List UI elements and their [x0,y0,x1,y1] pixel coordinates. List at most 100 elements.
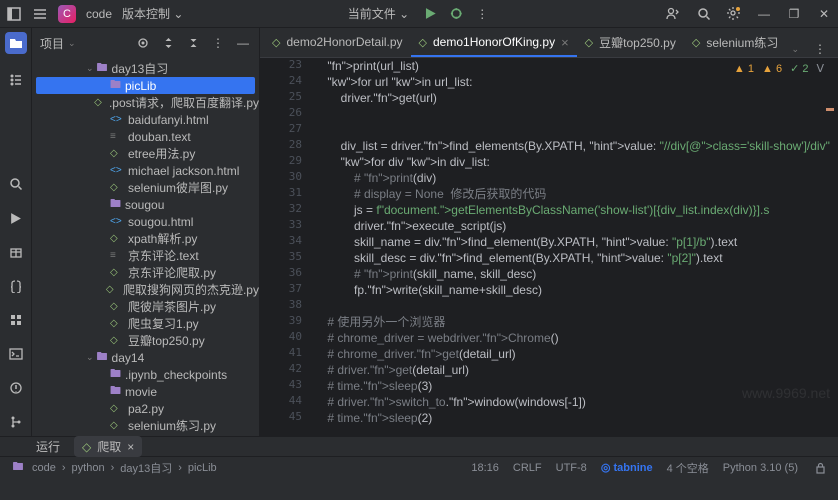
more-actions-icon[interactable]: ⋮ [474,6,490,22]
inspection-widget[interactable]: ▲ 1 ▲ 6 ✓ 2 ᐯ [734,62,824,75]
python-interpreter[interactable]: Python 3.10 (5) [723,462,798,474]
inspection-chevron-icon[interactable]: ᐯ [816,62,824,75]
tree-file[interactable]: ◇etree用法.py [32,145,259,162]
tree-file[interactable]: ◇pa2.py [32,400,259,417]
current-file-dropdown[interactable]: 当前文件 ⌄ [348,5,412,22]
text-file-icon: ≡ [110,250,124,261]
panel-options-icon[interactable]: ⋮ [210,35,226,51]
html-file-icon: <> [110,216,124,227]
editor-tab[interactable]: ◇ demo2HonorDetail.py [264,29,411,57]
tree-folder[interactable]: ⌄🖿day14 [32,349,259,366]
tree-file[interactable]: ◇xpath解析.py [32,230,259,247]
warning-badge[interactable]: ▲ 1 [734,63,754,75]
code-with-me-icon[interactable] [666,6,682,22]
tabnine-widget[interactable]: ◎ tabnine [601,461,653,474]
run-config-tab[interactable]: ◇ 爬取 × [74,436,142,457]
restore-icon[interactable]: ❐ [786,6,802,22]
tab-list-dropdown-icon[interactable]: ⌄ [791,44,799,55]
tree-file[interactable]: ≡京东评论.text [32,247,259,264]
editor-tab[interactable]: ◇demo1HonorOfKing.py× [411,29,577,57]
terminal-tool-icon[interactable] [8,346,24,362]
tabs-more-icon[interactable]: ⋮ [812,41,828,57]
tree-file[interactable]: ◇京东评论爬取.py [32,264,259,281]
tree-file[interactable]: ≡douban.text [32,128,259,145]
python-file-icon: ◇ [272,36,280,49]
main-menu-icon[interactable] [32,6,48,22]
crumb-segment[interactable]: python [72,462,105,474]
tree-file[interactable]: ◇selenium彼岸图.py [32,179,259,196]
vcs-tool-icon[interactable] [8,414,24,430]
tree-folder[interactable]: 🖿 picLib [36,77,255,94]
expand-chevron-icon[interactable]: ⌄ [86,63,94,74]
crumb-segment[interactable]: code [32,462,56,474]
crumb-segment[interactable]: day13自习 [120,460,172,476]
tree-file[interactable]: <>sougou.html [32,213,259,230]
cursor-position[interactable]: 18:16 [471,462,499,474]
project-tree[interactable]: ⌄🖿day13自习🖿 picLib◇.post请求，爬取百度翻译.py<>baid… [32,58,259,436]
run-tool-window-header: 运行 ◇ 爬取 × [0,436,838,456]
run-icon[interactable] [422,6,438,22]
services-tool-icon[interactable] [8,312,24,328]
debug-icon[interactable] [448,6,464,22]
select-opened-icon[interactable] [135,35,151,51]
editor-body[interactable]: 2324252627282930313233343536373839404142… [260,58,838,436]
expand-all-icon[interactable] [160,35,176,51]
tree-folder[interactable]: 🖿movie [32,383,259,400]
folder-icon: 🖿 [110,76,121,95]
find-tool-icon[interactable] [8,176,24,192]
editor-tab[interactable]: ◇豆瓣top250.py [577,29,684,57]
python-file-icon: ◇ [110,182,124,193]
settings-badge-icon[interactable] [726,6,742,22]
close-tab-icon[interactable]: × [561,35,569,50]
tree-folder[interactable]: 🖿.ipynb_checkpoints [32,366,259,383]
project-panel-title: 项目 [40,35,64,52]
tree-file[interactable]: <>baidufanyi.html [32,111,259,128]
collapse-all-icon[interactable] [185,35,201,51]
crumb-segment[interactable]: picLib [188,462,217,474]
python-file-icon: ◇ [110,335,124,346]
tree-item-label: picLib [125,79,156,93]
tree-file[interactable]: ◇.post请求，爬取百度翻译.py [32,94,259,111]
python-packages-icon[interactable] [8,244,24,260]
hide-panel-icon[interactable]: — [235,35,251,51]
drawer-icon[interactable] [6,6,22,22]
code-content[interactable]: "fn">print(url_list) "kw">for url "kw">i… [308,58,838,436]
tree-item-label: day13自习 [112,60,169,77]
tree-item-label: 豆瓣top250.py [128,332,205,349]
tree-file[interactable]: <>michael jackson.html [32,162,259,179]
lock-icon[interactable] [812,460,828,476]
search-everywhere-icon[interactable] [696,6,712,22]
minimize-icon[interactable]: — [756,6,772,22]
structure-tool-icon[interactable] [8,72,24,88]
tree-file[interactable]: ◇爬彼岸茶图片.py [32,298,259,315]
tree-item-label: etree用法.py [128,145,195,162]
tree-file[interactable]: ◇selenium练习.py [32,417,259,434]
breadcrumb[interactable]: 🖿code › python › day13自习 › picLib [10,460,217,476]
python-console-icon[interactable] [8,278,24,294]
editor-area: ◇ demo2HonorDetail.py ◇demo1HonorOfKing.py… [260,28,838,436]
error-stripe-mark[interactable] [826,108,834,111]
tab-label: demo2HonorDetail.py [286,35,402,49]
encoding[interactable]: UTF-8 [556,462,587,474]
tree-file[interactable]: ◇爬虫复习1.py [32,315,259,332]
expand-chevron-icon[interactable]: ⌄ [86,352,94,363]
text-file-icon: ≡ [110,131,124,142]
indent-settings[interactable]: 4 个空格 [667,460,709,476]
project-tool-icon[interactable] [5,32,27,54]
editor-tab[interactable]: ◇selenium练习 [684,29,787,57]
tree-item-label: 爬虫复习1.py [128,315,199,332]
tree-folder[interactable]: 🖿sougou [32,196,259,213]
line-separator[interactable]: CRLF [513,462,542,474]
weak-warning-badge[interactable]: ▲ 6 [762,63,782,75]
problems-tool-icon[interactable] [8,380,24,396]
run-tool-icon[interactable] [8,210,24,226]
vcs-dropdown[interactable]: 版本控制 ⌄ [122,5,186,22]
python-file-icon: ◇ [419,36,427,49]
project-view-dropdown-icon[interactable]: ⌄ [68,38,76,49]
typo-badge[interactable]: ✓ 2 [790,62,808,75]
tree-file[interactable]: ◇爬取搜狗网页的杰克逊.py [32,281,259,298]
tree-folder[interactable]: ⌄🖿day13自习 [32,60,259,77]
close-window-icon[interactable]: ✕ [816,6,832,22]
tree-file[interactable]: ◇ 豆瓣top250.py [32,332,259,349]
close-run-tab-icon[interactable]: × [127,440,134,454]
